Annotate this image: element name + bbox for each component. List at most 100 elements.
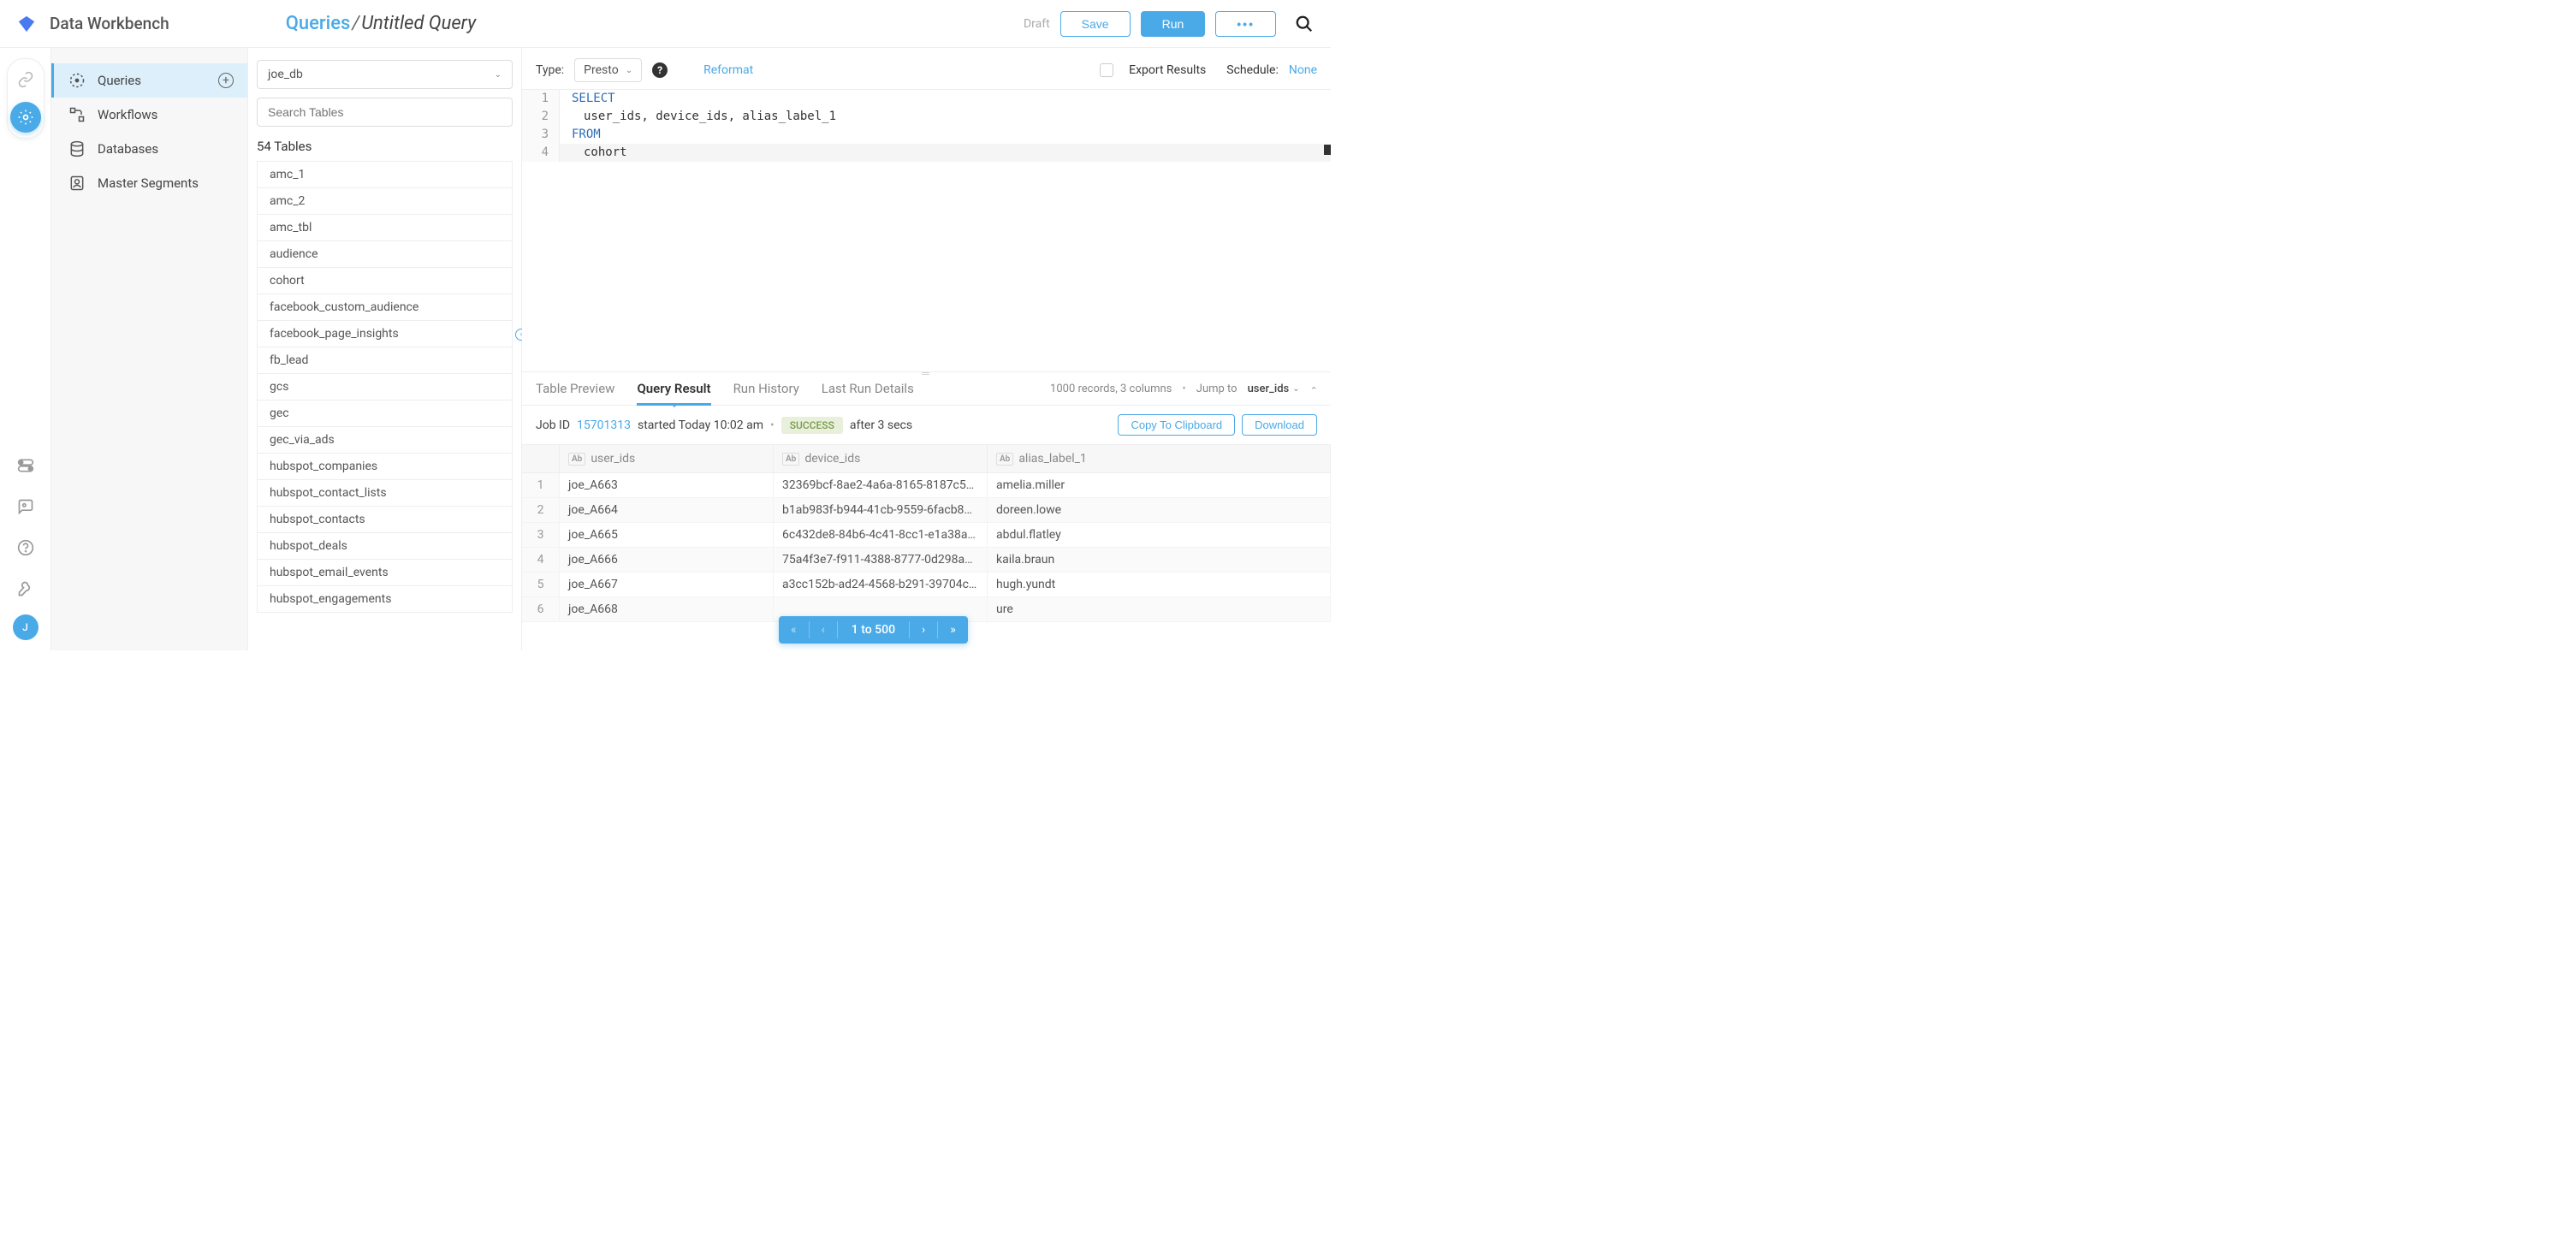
rail-toggle-icon[interactable] (10, 450, 41, 481)
schedule-link[interactable]: None (1289, 63, 1317, 77)
nav-label: Databases (98, 141, 158, 157)
avatar[interactable]: J (13, 614, 39, 640)
table-item[interactable]: cohort (257, 268, 513, 294)
results-tabs: ═ Table Preview Query Result Run History… (522, 371, 1331, 406)
index-header (522, 445, 560, 472)
nav-label: Master Segments (98, 175, 199, 191)
type-label: Type: (536, 63, 564, 77)
table-item[interactable]: gec (257, 401, 513, 427)
page-prev-button[interactable]: ‹ (810, 616, 837, 644)
editor-toolbar: Type: Presto ⌄ ? Reformat Export Results… (522, 48, 1331, 89)
code-editor[interactable]: 1SELECT2user_ids, device_ids, alias_labe… (522, 89, 1331, 371)
nav-label: Workflows (98, 107, 157, 122)
collapse-icon[interactable]: ⌄ (1310, 384, 1317, 394)
table-item[interactable]: gec_via_ads (257, 427, 513, 454)
more-button[interactable]: ••• (1215, 11, 1276, 37)
db-select[interactable]: joe_db ⌄ (257, 60, 513, 89)
nav-databases[interactable]: Databases (51, 132, 247, 166)
table-item[interactable]: hubspot_engagements (257, 586, 513, 613)
rail-link-icon[interactable] (10, 64, 41, 95)
tab-run-history[interactable]: Run History (733, 372, 799, 405)
draft-label: Draft (1024, 17, 1050, 31)
column-header[interactable]: Abuser_ids (560, 445, 774, 472)
tab-last-run-details[interactable]: Last Run Details (822, 372, 914, 405)
main-area: Type: Presto ⌄ ? Reformat Export Results… (522, 48, 1331, 650)
export-label: Export Results (1129, 63, 1206, 77)
job-started: started Today 10:02 am (638, 418, 763, 432)
breadcrumb-current: Untitled Query (361, 13, 476, 34)
page-first-button[interactable]: « (779, 616, 809, 644)
nav-workflows[interactable]: Workflows (51, 98, 247, 132)
jump-column-select[interactable]: user_ids ⌄ (1248, 383, 1300, 395)
column-header[interactable]: Abalias_label_1 (988, 445, 1331, 472)
jump-label: Jump to (1196, 383, 1238, 395)
save-button[interactable]: Save (1060, 11, 1131, 37)
table-row[interactable]: 3joe_A6656c432de8-84b6-4c41-8cc1-e1a38a…… (522, 523, 1331, 548)
results-meta: 1000 records, 3 columns (1050, 383, 1172, 395)
table-row[interactable]: 5joe_A667a3cc152b-ad24-4568-b291-39704c…… (522, 573, 1331, 597)
download-button[interactable]: Download (1242, 414, 1317, 436)
paginator: « ‹ 1 to 500 › » (779, 616, 968, 644)
plus-icon[interactable]: + (218, 73, 234, 88)
table-item[interactable]: audience (257, 241, 513, 268)
table-item[interactable]: facebook_page_insights (257, 321, 513, 347)
table-item[interactable]: hubspot_email_events (257, 560, 513, 586)
table-item[interactable]: fb_lead (257, 347, 513, 374)
nav-label: Queries (98, 73, 141, 88)
chevron-down-icon: ⌄ (1292, 384, 1299, 394)
tables-count: 54 Tables (248, 135, 521, 161)
table-item[interactable]: hubspot_contacts (257, 507, 513, 533)
type-select[interactable]: Presto ⌄ (574, 58, 642, 82)
page-range: 1 to 500 (838, 616, 909, 644)
copy-button[interactable]: Copy To Clipboard (1118, 414, 1235, 436)
drag-handle-icon[interactable]: ═ (922, 367, 931, 379)
search-tables-input[interactable] (257, 98, 513, 127)
table-item[interactable]: gcs (257, 374, 513, 401)
breadcrumb: Queries / Untitled Query (286, 13, 476, 34)
rail-chat-icon[interactable] (10, 491, 41, 522)
run-button[interactable]: Run (1141, 11, 1206, 37)
table-item[interactable]: hubspot_deals (257, 533, 513, 560)
page-next-button[interactable]: › (910, 616, 937, 644)
nav-master-segments[interactable]: Master Segments (51, 166, 247, 200)
table-item[interactable]: amc_2 (257, 188, 513, 215)
column-header[interactable]: Abdevice_ids (774, 445, 988, 472)
table-item[interactable]: hubspot_companies (257, 454, 513, 480)
rail-settings-icon[interactable] (10, 573, 41, 604)
breadcrumb-root[interactable]: Queries (286, 13, 351, 34)
reformat-button[interactable]: Reformat (703, 63, 753, 77)
search-icon[interactable] (1295, 15, 1314, 33)
job-duration: after 3 secs (850, 418, 912, 432)
chevron-down-icon: ⌄ (626, 66, 632, 75)
export-checkbox[interactable] (1100, 63, 1113, 77)
table-item[interactable]: amc_tbl (257, 215, 513, 241)
rail-workbench-icon[interactable] (10, 102, 41, 133)
logo-icon (17, 15, 36, 33)
table-list: amc_1amc_2amc_tblaudiencecohortfacebook_… (257, 161, 513, 650)
table-item[interactable]: amc_1 (257, 162, 513, 188)
icon-rail: J (0, 48, 51, 650)
table-item[interactable]: hubspot_contact_lists (257, 480, 513, 507)
table-item[interactable]: facebook_custom_audience (257, 294, 513, 321)
table-row[interactable]: 4joe_A66675a4f3e7-f911-4388-8777-0d298a…… (522, 548, 1331, 573)
schedule-label: Schedule: (1226, 63, 1279, 77)
tab-query-result[interactable]: Query Result (637, 372, 710, 405)
tab-table-preview[interactable]: Table Preview (536, 372, 614, 405)
table-row[interactable]: 1joe_A66332369bcf-8ae2-4a6a-8165-8187c5…… (522, 473, 1331, 498)
table-row[interactable]: 2joe_A664b1ab983f-b944-41cb-9559-6facb84… (522, 498, 1331, 523)
tables-panel: joe_db ⌄ 54 Tables amc_1amc_2amc_tblaudi… (248, 48, 522, 650)
job-id-label: Job ID (536, 418, 570, 432)
job-status-bar: Job ID 15701313 started Today 10:02 am •… (522, 406, 1331, 445)
rail-help-icon[interactable] (10, 532, 41, 563)
chevron-down-icon: ⌄ (495, 70, 502, 80)
help-icon[interactable]: ? (652, 62, 668, 78)
nav-queries[interactable]: Queries + (51, 63, 247, 98)
nav-sidebar: Queries + Workflows Databases Master Seg… (51, 48, 248, 650)
page-last-button[interactable]: » (938, 616, 968, 644)
app-title: Data Workbench (50, 14, 169, 33)
app-header: Data Workbench Queries / Untitled Query … (0, 0, 1331, 48)
cursor-icon (1324, 145, 1331, 155)
job-id-link[interactable]: 15701313 (577, 418, 631, 432)
result-table: Abuser_ids Abdevice_ids Abalias_label_1 … (522, 445, 1331, 650)
status-badge: SUCCESS (781, 417, 843, 434)
